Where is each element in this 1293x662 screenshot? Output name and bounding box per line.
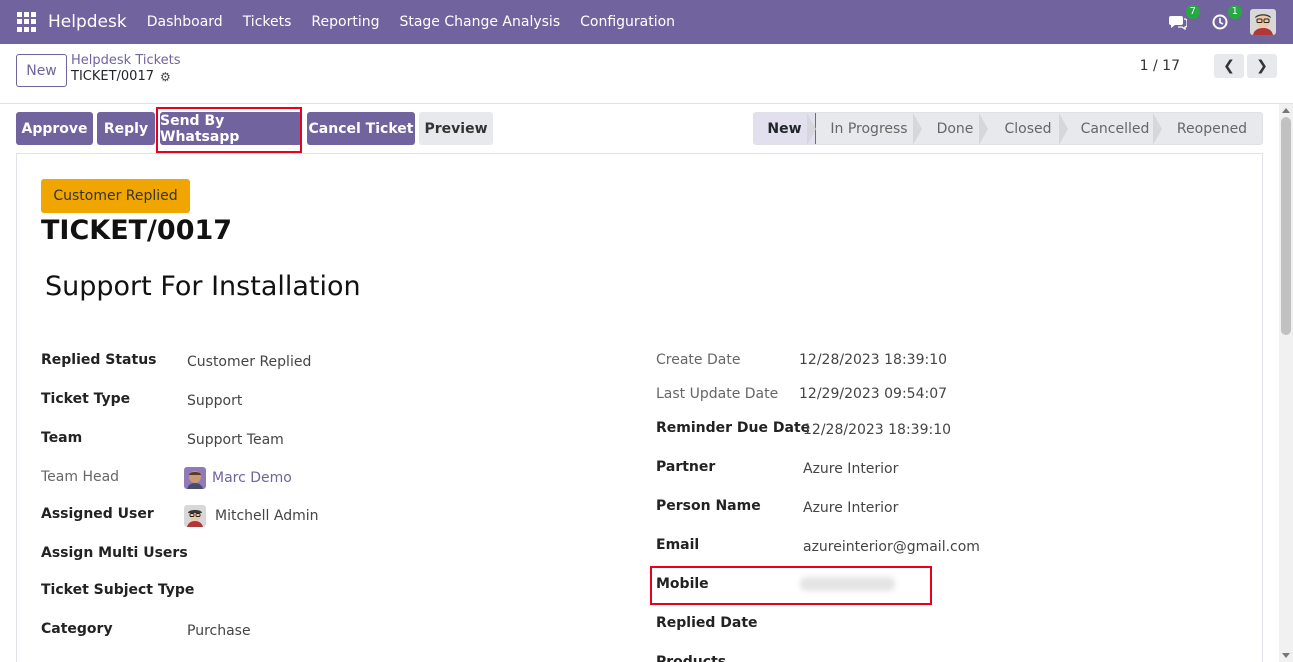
- value-email[interactable]: azureinterior@gmail.com: [803, 539, 980, 555]
- label-team-head: Team Head: [41, 469, 120, 485]
- value-partner[interactable]: Azure Interior: [803, 461, 898, 477]
- assigned-user-name: Mitchell Admin: [215, 508, 319, 524]
- pager-previous-button[interactable]: ❮: [1214, 54, 1244, 78]
- value-last-update-date: 12/29/2023 09:54:07: [799, 386, 948, 402]
- approve-button[interactable]: Approve: [16, 112, 93, 145]
- label-email: Email: [656, 537, 700, 553]
- mitchell-admin-avatar: [184, 505, 206, 527]
- nav-configuration[interactable]: Configuration: [570, 14, 685, 30]
- label-replied-status: Replied Status: [41, 352, 157, 368]
- stage-cancelled[interactable]: Cancelled: [1059, 113, 1162, 144]
- stage-closed[interactable]: Closed: [979, 113, 1068, 144]
- ticket-number: TICKET/0017: [41, 215, 233, 246]
- breadcrumb-current: TICKET/0017 ⚙: [71, 69, 171, 84]
- value-team[interactable]: Support Team: [187, 432, 284, 448]
- breadcrumb-parent[interactable]: Helpdesk Tickets: [71, 53, 181, 68]
- team-head-name: Marc Demo: [212, 470, 292, 486]
- label-assign-multi-users: Assign Multi Users: [41, 545, 188, 561]
- nav-stage-change-analysis[interactable]: Stage Change Analysis: [389, 14, 570, 30]
- label-team: Team: [41, 430, 83, 446]
- breadcrumb-current-label: TICKET/0017: [71, 69, 154, 84]
- label-category: Category: [41, 621, 113, 637]
- value-reminder-due-date[interactable]: 12/28/2023 18:39:10: [803, 422, 951, 438]
- label-replied-date: Replied Date: [656, 615, 758, 631]
- label-last-update-date: Last Update Date: [656, 386, 779, 402]
- value-category[interactable]: Purchase: [187, 623, 251, 639]
- highlight-box-mobile: [650, 566, 932, 605]
- control-panel: New Helpdesk Tickets TICKET/0017 ⚙ 1 / 1…: [0, 44, 1293, 104]
- reply-button[interactable]: Reply: [97, 112, 155, 145]
- stage-statusbar: New In Progress Done Closed Cancelled Re…: [753, 112, 1263, 145]
- activities-count-badge: 1: [1227, 5, 1242, 19]
- label-assigned-user: Assigned User: [41, 506, 154, 522]
- marc-demo-avatar: [184, 467, 206, 489]
- label-ticket-subject-type: Ticket Subject Type: [41, 582, 195, 598]
- cancel-ticket-button[interactable]: Cancel Ticket: [307, 112, 415, 145]
- pager-next-button[interactable]: ❯: [1247, 54, 1277, 78]
- user-avatar[interactable]: [1250, 9, 1276, 35]
- gear-icon[interactable]: ⚙: [160, 70, 171, 84]
- apps-menu-icon[interactable]: [17, 12, 37, 32]
- stage-in-progress[interactable]: In Progress: [807, 113, 922, 144]
- new-button[interactable]: New: [16, 54, 67, 87]
- stage-reopened[interactable]: Reopened: [1153, 113, 1262, 144]
- scroll-up-icon[interactable]: [1282, 108, 1290, 113]
- label-create-date: Create Date: [656, 352, 741, 368]
- chevron-left-icon: ❮: [1223, 58, 1235, 74]
- value-team-head[interactable]: Marc Demo: [184, 467, 292, 489]
- messages-button[interactable]: 7: [1166, 5, 1200, 34]
- page-scrollbar[interactable]: [1279, 104, 1293, 662]
- chevron-right-icon: ❯: [1256, 58, 1268, 74]
- top-navbar: Helpdesk Dashboard Tickets Reporting Sta…: [0, 0, 1293, 44]
- app-name[interactable]: Helpdesk: [48, 12, 127, 32]
- value-replied-status[interactable]: Customer Replied: [187, 354, 311, 370]
- ticket-subject[interactable]: Support For Installation: [45, 271, 361, 302]
- label-products: Products: [656, 654, 727, 662]
- clock-icon: [1212, 14, 1228, 30]
- nav-tickets[interactable]: Tickets: [233, 14, 302, 30]
- value-assigned-user[interactable]: Mitchell Admin: [184, 505, 319, 527]
- preview-button[interactable]: Preview: [419, 112, 493, 145]
- value-person-name[interactable]: Azure Interior: [803, 500, 898, 516]
- activities-button[interactable]: 1: [1208, 5, 1242, 34]
- scroll-down-icon[interactable]: [1282, 653, 1290, 658]
- label-partner: Partner: [656, 459, 716, 475]
- nav-reporting[interactable]: Reporting: [301, 14, 389, 30]
- label-reminder-due-date: Reminder Due Date: [656, 420, 811, 436]
- value-create-date: 12/28/2023 18:39:10: [799, 352, 948, 368]
- scrollbar-thumb[interactable]: [1281, 117, 1291, 335]
- label-ticket-type: Ticket Type: [41, 391, 131, 407]
- customer-replied-ribbon: Customer Replied: [41, 179, 190, 213]
- highlight-box-whatsapp: [156, 107, 302, 153]
- label-person-name: Person Name: [656, 498, 761, 514]
- value-ticket-type[interactable]: Support: [187, 393, 242, 409]
- pager-value[interactable]: 1 / 17: [1140, 58, 1180, 74]
- nav-dashboard[interactable]: Dashboard: [137, 14, 233, 30]
- chat-icon: [1169, 16, 1187, 30]
- messages-count-badge: 7: [1185, 5, 1200, 19]
